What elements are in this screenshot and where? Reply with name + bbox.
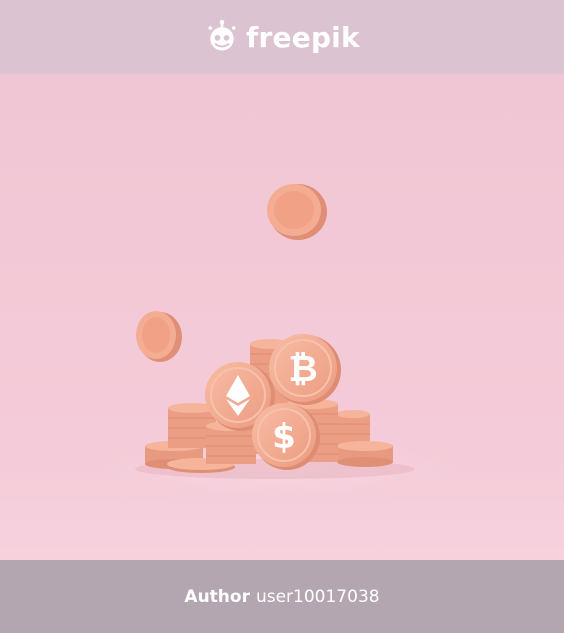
- freepik-robot-logo-icon: [208, 19, 236, 51]
- bitcoin-symbol-icon: ₿: [288, 349, 317, 390]
- coins-illustration: ₿ $: [0, 74, 564, 560]
- brand-name: freepik: [246, 20, 360, 54]
- freepik-brand[interactable]: freepik: [204, 19, 360, 55]
- author-label: Author: [184, 586, 250, 607]
- author-footer: Author user10017038: [0, 560, 564, 633]
- stock-image-frame: freepik ₿ $ Author user10017038: [0, 0, 564, 633]
- coins-scene-svg: ₿ $: [0, 74, 564, 560]
- brand-header: freepik: [0, 0, 564, 74]
- author-name[interactable]: user10017038: [256, 587, 380, 607]
- dollar-symbol-icon: $: [272, 417, 296, 457]
